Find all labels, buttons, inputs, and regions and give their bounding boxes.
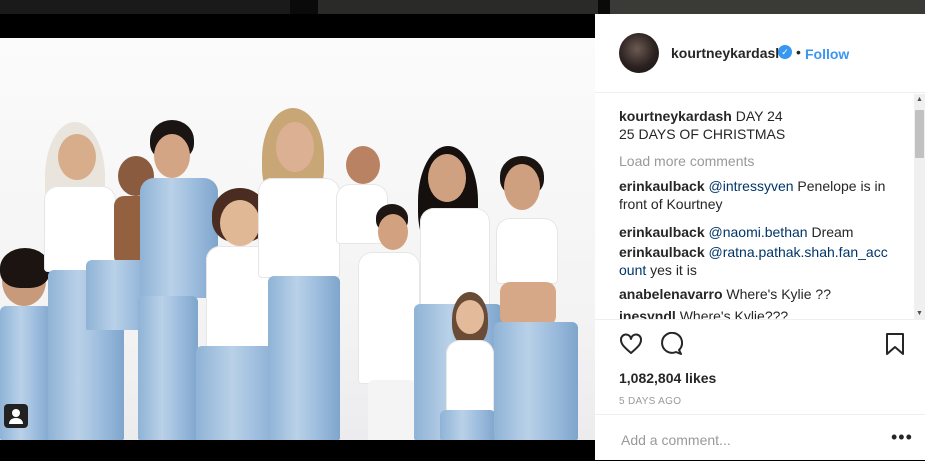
verified-check-icon: ✓ — [778, 45, 792, 59]
post-timestamp[interactable]: 5 DAYS AGO — [619, 396, 681, 407]
post-author-username[interactable]: kourtneykardash — [671, 45, 784, 61]
scroll-up-arrow-icon[interactable]: ▲ — [914, 94, 925, 106]
comment-username[interactable]: erinkaulback — [619, 244, 705, 260]
post-header: kourtneykardash ✓ • Follow — [595, 14, 925, 93]
comment-bubble-icon[interactable] — [659, 331, 684, 361]
comment-item: inesyndl Where's Kylie??? — [619, 307, 899, 319]
comments-list[interactable]: kourtneykardash DAY 24 25 DAYS OF CHRIST… — [595, 93, 913, 319]
more-options-icon[interactable]: ••• — [891, 427, 913, 448]
comment-item: anabelenavarro Where's Kylie ?? — [619, 285, 899, 303]
comment-username[interactable]: inesyndl — [619, 308, 676, 319]
comment-text: Where's Kylie??? — [679, 308, 789, 319]
comment-text: Dream — [811, 224, 854, 240]
bookmark-icon[interactable] — [885, 332, 905, 361]
background-thumbnail — [318, 0, 598, 14]
comment-item: erinkaulback @intressyven Penelope is in… — [619, 177, 899, 213]
user-tag-icon[interactable] — [4, 404, 28, 428]
comment-username[interactable]: erinkaulback — [619, 224, 705, 240]
background-thumbnail — [610, 0, 925, 14]
load-more-comments-link[interactable]: Load more comments — [619, 153, 754, 169]
comment-text: yes it is — [650, 262, 697, 278]
scroll-down-arrow-icon[interactable]: ▼ — [914, 308, 925, 320]
comment-username[interactable]: erinkaulback — [619, 178, 705, 194]
caption-line1: DAY 24 — [735, 108, 783, 124]
likes-count[interactable]: 1,082,804 likes — [619, 370, 716, 386]
comment-item: erinkaulback @naomi.bethan Dream — [619, 223, 899, 241]
comments-scrollbar[interactable]: ▲ ▼ — [914, 94, 925, 320]
caption-username[interactable]: kourtneykardash — [619, 108, 732, 124]
separator-dot: • — [796, 44, 801, 60]
comment-item: erinkaulback @ratna.pathak.shah.fan_acco… — [619, 243, 889, 279]
caption: kourtneykardash DAY 24 25 DAYS OF CHRIST… — [619, 107, 899, 143]
post-photo[interactable] — [0, 38, 595, 440]
avatar[interactable] — [619, 33, 659, 73]
follow-button[interactable]: Follow — [805, 46, 849, 62]
heart-icon[interactable] — [619, 332, 643, 361]
scrollbar-thumb[interactable] — [915, 110, 924, 158]
comment-mention[interactable]: @naomi.bethan — [709, 224, 808, 240]
add-comment-bar: ••• — [595, 414, 925, 461]
add-comment-input[interactable] — [619, 429, 873, 451]
post-details-panel: kourtneykardash ✓ • Follow kourtneykarda… — [595, 14, 925, 460]
background-thumbnail — [0, 0, 290, 14]
comment-mention[interactable]: @intressyven — [709, 178, 794, 194]
comment-text: Where's Kylie ?? — [726, 286, 831, 302]
comment-username[interactable]: anabelenavarro — [619, 286, 723, 302]
caption-line2: 25 DAYS OF CHRISTMAS — [619, 126, 786, 142]
background-feed — [0, 0, 925, 14]
